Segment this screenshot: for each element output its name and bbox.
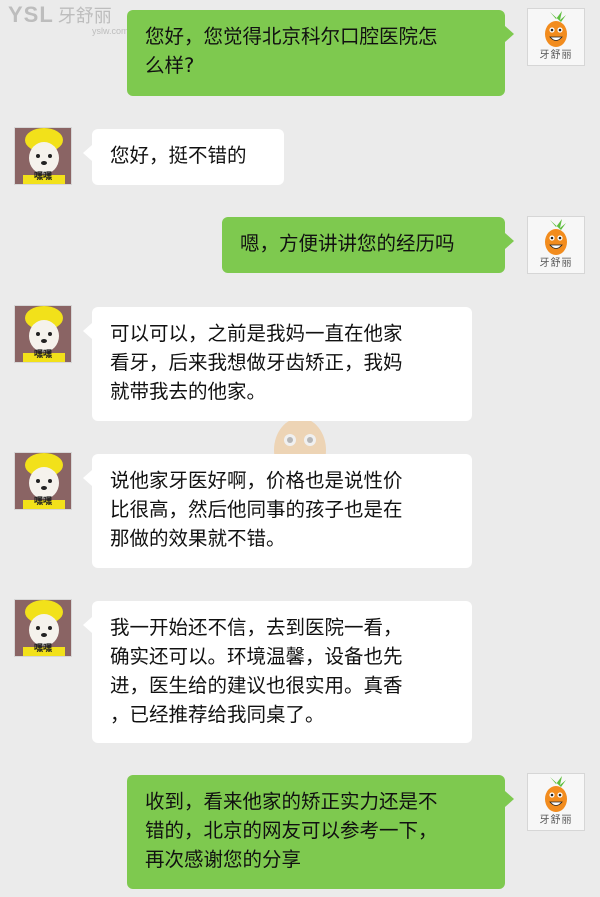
message-bubble-incoming[interactable]: 我一开始还不信，去到医院一看， 确实还可以。环境温馨，设备也先 进，医生给的建议… [83, 601, 472, 743]
avatar-brand[interactable]: 牙舒丽 [527, 216, 585, 274]
message-bubble-incoming[interactable]: 可以可以，之前是我妈一直在他家 看牙，后来我想做牙齿矫正，我妈 就带我去的他家。 [83, 307, 472, 421]
ysl-watermark-logo: YSL 牙舒丽 yslw.com [8, 4, 129, 36]
message-line: 再次感谢您的分享 [145, 848, 302, 871]
message-line: 说他家牙医好啊，价格也是说性价 [110, 469, 403, 492]
watermark-cn: 牙舒丽 [57, 6, 112, 26]
message-line: 比很高，然后他同事的孩子也是在 [110, 498, 403, 521]
avatar-user[interactable]: 嘿嘿 [14, 305, 72, 363]
message-line: 您好，挺不错的 [110, 144, 247, 167]
avatar-user[interactable]: 嘿嘿 [14, 127, 72, 185]
watermark-url: yslw.com [92, 26, 129, 36]
message-bubble-incoming[interactable]: 您好，挺不错的 [83, 129, 284, 185]
message-line: 收到，看来他家的矫正实力还是不 [145, 790, 438, 813]
avatar-user-label: 嘿嘿 [33, 172, 52, 182]
avatar-user[interactable]: 嘿嘿 [14, 452, 72, 510]
message-line: 看牙，后来我想做牙齿矫正，我妈 [110, 351, 403, 374]
avatar-brand-label: 牙舒丽 [539, 50, 573, 61]
avatar-user-label: 嘿嘿 [33, 350, 52, 360]
carrot-mascot-icon [545, 219, 567, 255]
avatar-brand[interactable]: 牙舒丽 [527, 8, 585, 66]
avatar-user-label: 嘿嘿 [33, 644, 52, 654]
message-line: 可以可以，之前是我妈一直在他家 [110, 322, 403, 345]
message-line: 么样? [145, 54, 195, 77]
message-line: 嗯，方便讲讲您的经历吗 [240, 232, 455, 255]
message-line: 确实还可以。环境温馨，设备也先 [110, 645, 403, 668]
message-bubble-incoming[interactable]: 说他家牙医好啊，价格也是说性价 比很高，然后他同事的孩子也是在 那做的效果就不错… [83, 454, 472, 568]
watermark-main: YSL [8, 2, 54, 27]
message-bubble-outgoing[interactable]: 您好，您觉得北京科尔口腔医院怎 么样? [127, 10, 514, 96]
carrot-mascot-icon [545, 11, 567, 47]
avatar-user-label: 嘿嘿 [33, 497, 52, 507]
message-bubble-outgoing[interactable]: 嗯，方便讲讲您的经历吗 [222, 217, 514, 273]
avatar-user[interactable]: 嘿嘿 [14, 599, 72, 657]
avatar-brand[interactable]: 牙舒丽 [527, 773, 585, 831]
message-bubble-outgoing[interactable]: 收到，看来他家的矫正实力还是不 错的，北京的网友可以参考一下， 再次感谢您的分享 [127, 775, 514, 889]
message-line: 那做的效果就不错。 [110, 527, 286, 550]
message-line: 进，医生给的建议也很实用。真香 [110, 674, 403, 697]
message-line: 错的，北京的网友可以参考一下， [145, 819, 438, 842]
avatar-brand-label: 牙舒丽 [539, 258, 573, 269]
message-line: 我一开始还不信，去到医院一看， [110, 616, 403, 639]
message-line: 您好，您觉得北京科尔口腔医院怎 [145, 25, 438, 48]
avatar-brand-label: 牙舒丽 [539, 815, 573, 826]
message-line: 就带我去的他家。 [110, 380, 267, 403]
message-line: ，已经推荐给我同桌了。 [110, 703, 325, 726]
carrot-mascot-icon [545, 776, 567, 812]
